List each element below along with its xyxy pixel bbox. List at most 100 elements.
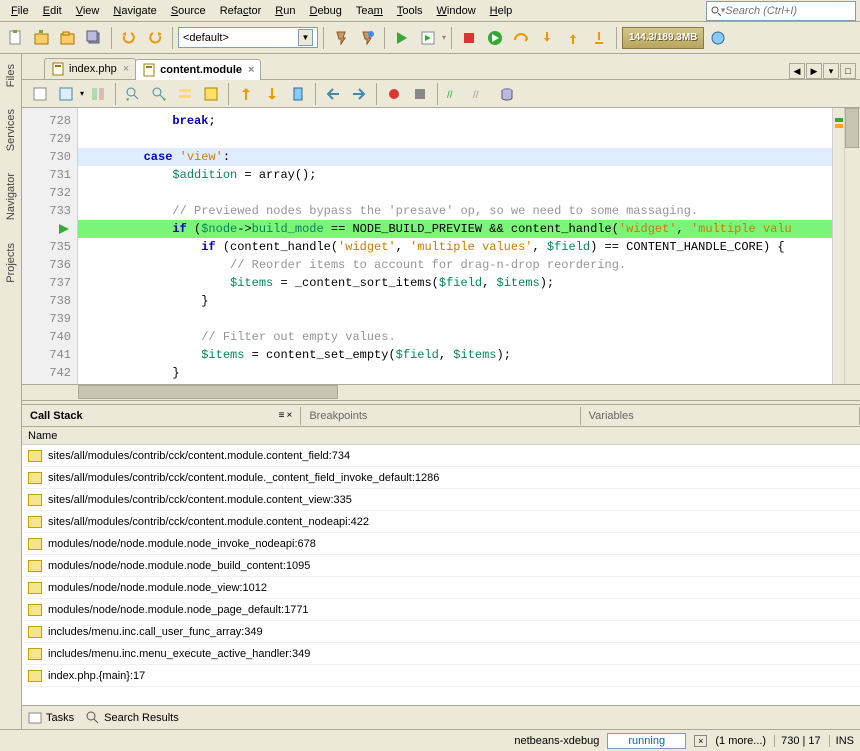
- search-input[interactable]: [725, 5, 852, 17]
- frame-icon: [28, 516, 42, 528]
- step-into-button[interactable]: [535, 26, 559, 50]
- prev-bookmark-button[interactable]: [234, 82, 258, 106]
- tab-list[interactable]: ▾: [823, 63, 839, 79]
- menu-tools[interactable]: Tools: [390, 2, 430, 20]
- stack-frame[interactable]: sites/all/modules/contrib/cck/content.mo…: [22, 511, 860, 533]
- search-icon: [710, 5, 721, 17]
- sidebar-services[interactable]: Services: [3, 103, 19, 157]
- close-tab-icon[interactable]: ×: [123, 63, 129, 75]
- macro-stop-button[interactable]: [408, 82, 432, 106]
- stack-frame[interactable]: includes/menu.inc.menu_execute_active_ha…: [22, 643, 860, 665]
- redo-button[interactable]: [143, 26, 167, 50]
- stack-frame[interactable]: sites/all/modules/contrib/cck/content.mo…: [22, 467, 860, 489]
- tab-breakpoints[interactable]: Breakpoints: [301, 407, 580, 425]
- step-out-button[interactable]: [561, 26, 585, 50]
- tab-next[interactable]: ▶: [806, 63, 822, 79]
- new-project-button[interactable]: [30, 26, 54, 50]
- error-stripe[interactable]: [832, 108, 844, 384]
- stop-button[interactable]: [457, 26, 481, 50]
- debug-session-label: netbeans-xdebug: [514, 735, 599, 747]
- menu-help[interactable]: Help: [483, 2, 520, 20]
- svg-text://: //: [447, 90, 453, 101]
- sidebar-navigator[interactable]: Navigator: [3, 167, 19, 226]
- menu-view[interactable]: View: [69, 2, 107, 20]
- tab-call-stack[interactable]: Call Stack ≡ ×: [22, 407, 301, 425]
- menu-team[interactable]: Team: [349, 2, 390, 20]
- more-sessions[interactable]: (1 more...): [715, 735, 766, 747]
- new-file-button[interactable]: [4, 26, 28, 50]
- search-icon: [86, 711, 100, 725]
- gc-button[interactable]: [706, 26, 730, 50]
- stack-frame[interactable]: modules/node/node.module.node_page_defau…: [22, 599, 860, 621]
- stack-frame[interactable]: sites/all/modules/contrib/cck/content.mo…: [22, 489, 860, 511]
- macro-record-button[interactable]: [382, 82, 406, 106]
- code-area[interactable]: break; case 'view': $addition = array();…: [78, 108, 832, 384]
- memory-indicator[interactable]: 144.3/189.3MB: [622, 27, 704, 49]
- file-tab[interactable]: content.module×: [135, 59, 261, 80]
- close-panel-icon[interactable]: ×: [286, 410, 292, 421]
- tab-tasks[interactable]: Tasks: [28, 711, 74, 725]
- filter-icon[interactable]: ≡: [279, 410, 285, 421]
- shift-right-button[interactable]: [347, 82, 371, 106]
- menu-refactor[interactable]: Refactor: [213, 2, 269, 20]
- save-all-button[interactable]: [82, 26, 106, 50]
- chevron-down-icon: ▼: [298, 29, 313, 46]
- uncomment-button[interactable]: //: [469, 82, 493, 106]
- stack-frame[interactable]: modules/node/node.module.node_invoke_nod…: [22, 533, 860, 555]
- undo-button[interactable]: [117, 26, 141, 50]
- debug-state: running: [607, 733, 686, 749]
- tab-prev[interactable]: ◀: [789, 63, 805, 79]
- stop-session-icon[interactable]: ×: [694, 735, 707, 747]
- history-button[interactable]: [54, 82, 78, 106]
- menu-window[interactable]: Window: [430, 2, 483, 20]
- toggle-bookmark-button[interactable]: [286, 82, 310, 106]
- step-over-button[interactable]: [509, 26, 533, 50]
- nav-back-button[interactable]: [121, 82, 145, 106]
- continue-button[interactable]: [483, 26, 507, 50]
- vertical-scrollbar[interactable]: [844, 108, 860, 384]
- frame-icon: [28, 450, 42, 462]
- shift-left-button[interactable]: [321, 82, 345, 106]
- menu-source[interactable]: Source: [164, 2, 213, 20]
- db-button[interactable]: [495, 82, 519, 106]
- quick-search[interactable]: ▾: [706, 1, 856, 21]
- menu-edit[interactable]: Edit: [36, 2, 69, 20]
- clean-build-button[interactable]: [355, 26, 379, 50]
- left-sidebar: Files Services Navigator Projects: [0, 54, 22, 729]
- menu-debug[interactable]: Debug: [302, 2, 348, 20]
- tab-search-results[interactable]: Search Results: [86, 711, 179, 725]
- toggle-highlight-button[interactable]: [199, 82, 223, 106]
- code-editor[interactable]: 7287297307317327337357367377387397407417…: [22, 108, 860, 384]
- menu-run[interactable]: Run: [268, 2, 302, 20]
- stack-frame[interactable]: index.php.{main}:17: [22, 665, 860, 687]
- debug-button[interactable]: [416, 26, 440, 50]
- sidebar-files[interactable]: Files: [3, 58, 19, 93]
- maximize-editor[interactable]: □: [840, 63, 856, 79]
- nav-fwd-button[interactable]: [147, 82, 171, 106]
- stack-frame[interactable]: includes/menu.inc.call_user_func_array:3…: [22, 621, 860, 643]
- menu-navigate[interactable]: Navigate: [106, 2, 163, 20]
- next-bookmark-button[interactable]: [260, 82, 284, 106]
- stack-frame[interactable]: sites/all/modules/contrib/cck/content.mo…: [22, 445, 860, 467]
- comment-button[interactable]: //: [443, 82, 467, 106]
- file-tab[interactable]: index.php×: [44, 58, 136, 79]
- call-stack-list[interactable]: sites/all/modules/contrib/cck/content.mo…: [22, 445, 860, 705]
- menu-file[interactable]: File: [4, 2, 36, 20]
- frame-icon: [28, 604, 42, 616]
- run-to-cursor-button[interactable]: [587, 26, 611, 50]
- close-tab-icon[interactable]: ×: [248, 64, 254, 76]
- stack-frame[interactable]: modules/node/node.module.node_build_cont…: [22, 555, 860, 577]
- horizontal-scrollbar[interactable]: [22, 384, 860, 400]
- sidebar-projects[interactable]: Projects: [3, 237, 19, 289]
- run-button[interactable]: [390, 26, 414, 50]
- stack-frame[interactable]: modules/node/node.module.node_view:1012: [22, 577, 860, 599]
- open-project-button[interactable]: [56, 26, 80, 50]
- source-button[interactable]: [28, 82, 52, 106]
- config-dropdown[interactable]: <default>▼: [178, 27, 318, 48]
- frame-icon: [28, 472, 42, 484]
- tab-variables[interactable]: Variables: [581, 407, 860, 425]
- diff-button[interactable]: [86, 82, 110, 106]
- find-selection-button[interactable]: [173, 82, 197, 106]
- build-button[interactable]: [329, 26, 353, 50]
- insert-mode: INS: [829, 735, 854, 747]
